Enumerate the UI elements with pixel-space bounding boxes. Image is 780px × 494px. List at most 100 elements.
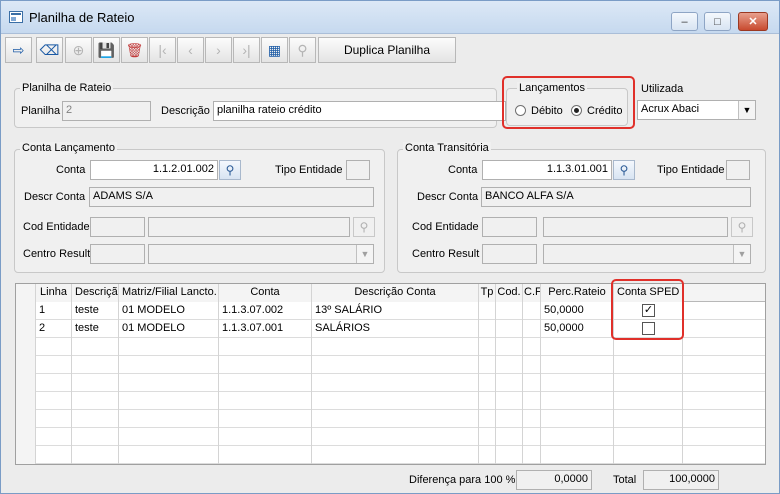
empty-cell[interactable]	[72, 338, 119, 356]
empty-cell[interactable]	[496, 428, 523, 446]
last-record-button[interactable]: ›|	[233, 37, 260, 63]
empty-cell[interactable]	[36, 338, 72, 356]
conta-trans-field[interactable]: 1.1.3.01.001	[482, 160, 612, 180]
empty-cell[interactable]	[219, 428, 312, 446]
empty-cell[interactable]	[541, 338, 614, 356]
cell-matriz[interactable]: 01 MODELO	[119, 302, 219, 320]
clear-button[interactable]: ⌫	[36, 37, 63, 63]
delete-button[interactable]: 🗑	[121, 37, 148, 63]
cell-cf[interactable]	[523, 320, 541, 338]
empty-cell[interactable]	[16, 338, 36, 356]
conta-trans-lookup-button[interactable]: ⚲	[613, 160, 635, 180]
empty-cell[interactable]	[496, 338, 523, 356]
cod-entidade-lanc-field[interactable]	[90, 217, 145, 237]
empty-cell[interactable]	[523, 374, 541, 392]
tipo-entidade-lanc-field[interactable]	[346, 160, 370, 180]
empty-cell[interactable]	[219, 356, 312, 374]
search-button[interactable]: ⚲	[289, 37, 316, 63]
grid-header-perc[interactable]: Perc.Rateio	[541, 284, 614, 302]
empty-cell[interactable]	[312, 446, 479, 464]
utilizada-select[interactable]: Acrux Abaci ▼	[637, 100, 756, 120]
cod-entidade-lanc-lookup-button[interactable]: ⚲	[353, 217, 375, 237]
cell-descricao[interactable]: teste	[72, 320, 119, 338]
empty-cell[interactable]	[219, 410, 312, 428]
cell-cod[interactable]	[496, 320, 523, 338]
planilha-field[interactable]: 2	[62, 101, 151, 121]
empty-cell[interactable]	[36, 374, 72, 392]
cod-entidade-lanc-desc[interactable]	[148, 217, 350, 237]
empty-cell[interactable]	[72, 446, 119, 464]
empty-cell[interactable]	[36, 410, 72, 428]
cell-tp[interactable]	[479, 320, 496, 338]
cell-descricao-conta[interactable]: SALÁRIOS	[312, 320, 479, 338]
empty-row[interactable]	[16, 446, 765, 464]
empty-cell[interactable]	[496, 356, 523, 374]
cell-linha[interactable]: 1	[36, 302, 72, 320]
cod-entidade-trans-field[interactable]	[482, 217, 537, 237]
duplica-planilha-button[interactable]: Duplica Planilha	[318, 37, 456, 63]
empty-cell[interactable]	[119, 410, 219, 428]
empty-cell[interactable]	[479, 338, 496, 356]
empty-cell[interactable]	[614, 374, 683, 392]
exit-button[interactable]: ⇨	[5, 37, 32, 63]
descr-conta-lanc-field[interactable]: ADAMS S/A	[89, 187, 374, 207]
empty-row[interactable]	[16, 356, 765, 374]
conta-lanc-lookup-button[interactable]: ⚲	[219, 160, 241, 180]
grid-header-cf[interactable]: C.F	[523, 284, 541, 302]
empty-cell[interactable]	[496, 392, 523, 410]
empty-cell[interactable]	[479, 356, 496, 374]
empty-cell[interactable]	[36, 428, 72, 446]
next-record-button[interactable]: ›	[205, 37, 232, 63]
empty-cell[interactable]	[479, 446, 496, 464]
empty-cell[interactable]	[614, 392, 683, 410]
empty-cell[interactable]	[523, 392, 541, 410]
cod-entidade-trans-lookup-button[interactable]: ⚲	[731, 217, 753, 237]
cell-descricao[interactable]: teste	[72, 302, 119, 320]
empty-cell[interactable]	[312, 392, 479, 410]
empty-cell[interactable]	[72, 374, 119, 392]
grid-header-cod[interactable]: Cod.	[496, 284, 523, 302]
empty-cell[interactable]	[479, 428, 496, 446]
empty-cell[interactable]	[523, 338, 541, 356]
empty-cell[interactable]	[72, 356, 119, 374]
cell-cod[interactable]	[496, 302, 523, 320]
empty-cell[interactable]	[312, 356, 479, 374]
cell-conta[interactable]: 1.1.3.07.002	[219, 302, 312, 320]
centro-result-lanc-select[interactable]: ▼	[148, 244, 374, 264]
empty-cell[interactable]	[36, 446, 72, 464]
empty-cell[interactable]	[614, 410, 683, 428]
grid-header-linha[interactable]: Linha	[36, 284, 72, 302]
cell-tp[interactable]	[479, 302, 496, 320]
cell-perc[interactable]: 50,0000	[541, 302, 614, 320]
empty-cell[interactable]	[219, 374, 312, 392]
chevron-down-icon[interactable]: ▼	[733, 245, 750, 263]
row-selector[interactable]	[16, 302, 36, 320]
empty-cell[interactable]	[479, 374, 496, 392]
empty-cell[interactable]	[523, 446, 541, 464]
grid-header-tp[interactable]: Tp	[479, 284, 496, 302]
conta-lanc-field[interactable]: 1.1.2.01.002	[90, 160, 218, 180]
empty-cell[interactable]	[16, 374, 36, 392]
previous-record-button[interactable]: ‹	[177, 37, 204, 63]
empty-cell[interactable]	[119, 356, 219, 374]
cell-matriz[interactable]: 01 MODELO	[119, 320, 219, 338]
empty-cell[interactable]	[119, 374, 219, 392]
close-button[interactable]: ✕	[738, 12, 768, 31]
first-record-button[interactable]: |‹	[149, 37, 176, 63]
grid-header-descricao[interactable]: Descriçã	[72, 284, 119, 302]
empty-cell[interactable]	[479, 410, 496, 428]
empty-cell[interactable]	[72, 392, 119, 410]
empty-cell[interactable]	[36, 356, 72, 374]
empty-cell[interactable]	[312, 374, 479, 392]
empty-cell[interactable]	[541, 410, 614, 428]
empty-cell[interactable]	[16, 356, 36, 374]
descricao-field[interactable]: planilha rateio crédito	[213, 101, 506, 121]
chevron-down-icon[interactable]: ▼	[356, 245, 373, 263]
empty-cell[interactable]	[541, 446, 614, 464]
empty-row[interactable]	[16, 374, 765, 392]
grid-header-descricao-conta[interactable]: Descrição Conta	[312, 284, 479, 302]
empty-cell[interactable]	[16, 410, 36, 428]
minimize-button[interactable]: –	[671, 12, 698, 31]
empty-cell[interactable]	[119, 446, 219, 464]
centro-result-lanc-field[interactable]	[90, 244, 145, 264]
